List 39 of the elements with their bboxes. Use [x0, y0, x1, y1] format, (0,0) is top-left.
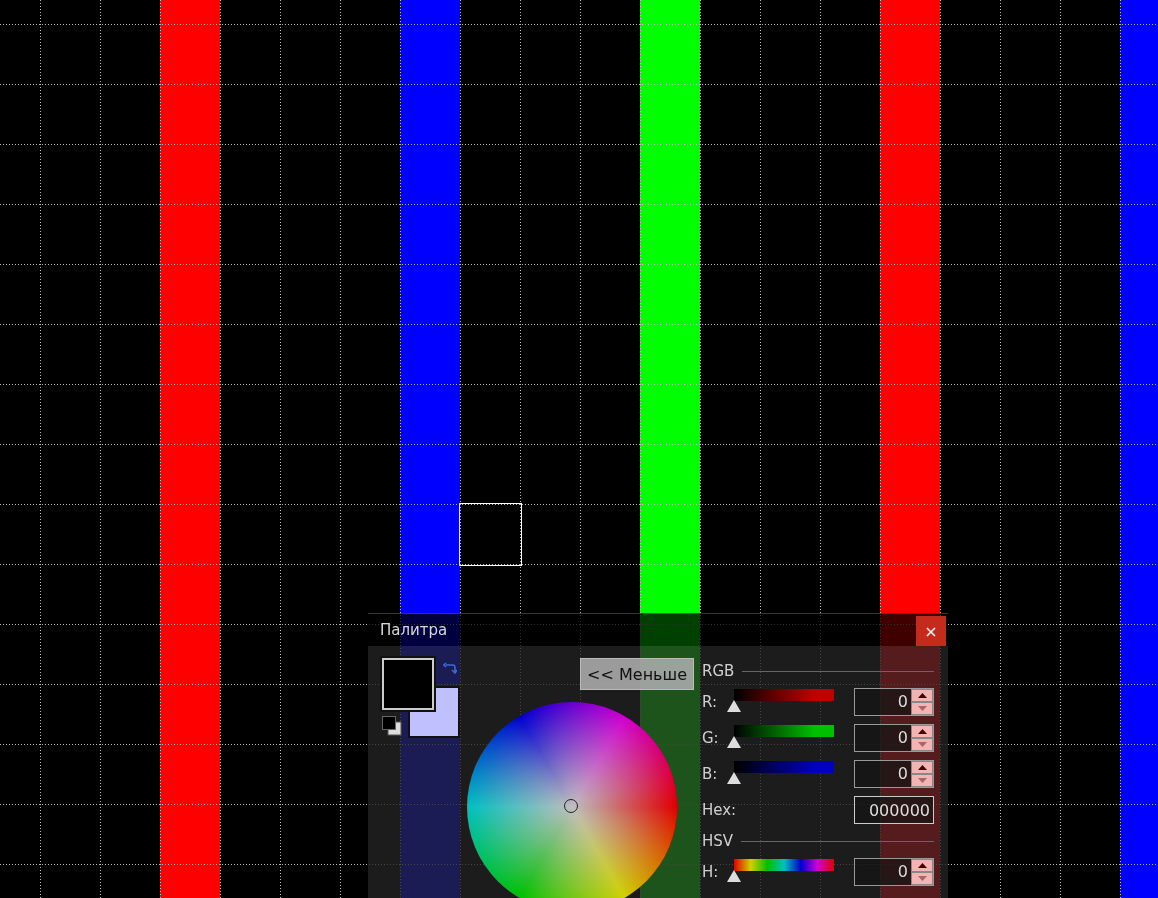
number-spinbox[interactable]: 0 [854, 688, 934, 716]
slider-thumb[interactable] [727, 870, 741, 882]
caret-down-icon [917, 876, 927, 881]
hex-label: Hex: [702, 801, 734, 819]
section-title: HSV [702, 832, 734, 850]
caret-down-icon [917, 778, 927, 783]
color-slider-track[interactable] [734, 725, 834, 737]
number-spinbox[interactable]: 0 [854, 858, 934, 886]
caret-down-icon [917, 742, 927, 747]
number-spinbox[interactable]: 0 [854, 724, 934, 752]
channel-label: R: [702, 693, 718, 711]
caret-up-icon [917, 729, 927, 734]
slider-thumb[interactable] [727, 736, 741, 748]
channel-label: H: [702, 863, 720, 881]
spin-up-button[interactable] [911, 859, 933, 872]
slider-thumb[interactable] [727, 772, 741, 784]
color-slider-track[interactable] [734, 859, 834, 871]
window-title: Палитра [380, 621, 448, 639]
section-title: RGB [702, 662, 735, 680]
reset-colors-icon[interactable] [382, 716, 402, 736]
caret-up-icon [917, 765, 927, 770]
hex-input[interactable]: 000000 [854, 796, 934, 824]
spin-up-button[interactable] [911, 689, 933, 702]
slider-thumb[interactable] [727, 700, 741, 712]
close-button[interactable]: × [916, 616, 946, 646]
less-toggle-button[interactable]: << Меньше [580, 658, 694, 690]
swap-icon[interactable] [443, 662, 457, 676]
channel-label: G: [702, 729, 720, 747]
color-slider-track[interactable] [734, 761, 834, 773]
spin-up-button[interactable] [911, 761, 933, 774]
caret-up-icon [917, 693, 927, 698]
caret-up-icon [917, 863, 927, 868]
color-slider-track[interactable] [734, 689, 834, 701]
spin-up-button[interactable] [911, 725, 933, 738]
selection-rectangle [459, 503, 522, 566]
number-spinbox[interactable]: 0 [854, 760, 934, 788]
channel-label: B: [702, 765, 719, 783]
caret-down-icon [917, 706, 927, 711]
primary-color-swatch[interactable] [382, 658, 434, 710]
